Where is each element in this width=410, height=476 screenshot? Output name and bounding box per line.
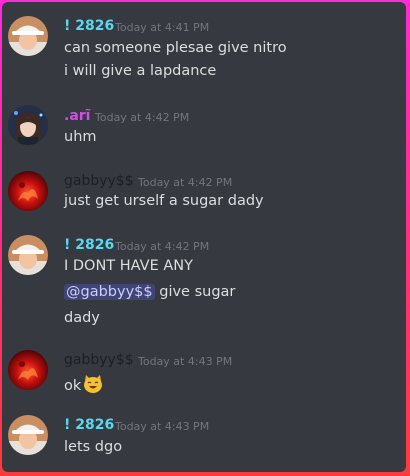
message-text: can someone plesae give nitro xyxy=(64,40,287,56)
chat-window: ! 2826 Today at 4:41 PM can someone ples… xyxy=(2,2,406,472)
timestamp: Today at 4:42 PM xyxy=(138,176,233,189)
message-text: dady xyxy=(64,310,100,326)
message-text: I DONT HAVE ANY xyxy=(64,258,193,274)
timestamp: Today at 4:42 PM xyxy=(95,111,190,124)
message-text: uhm xyxy=(64,129,97,145)
red-fire-avatar-icon[interactable] xyxy=(8,171,48,211)
message-text: ok xyxy=(64,374,104,398)
username[interactable]: ! 2826 xyxy=(64,237,114,253)
username[interactable]: gabbyy$$ xyxy=(64,352,134,368)
message-text: just get urself a sugar dady xyxy=(64,193,264,209)
username[interactable]: .arĩ xyxy=(64,108,90,124)
smiling-cat-emoji-icon xyxy=(82,374,104,398)
username[interactable]: ! 2826 xyxy=(64,417,114,433)
username[interactable]: ! 2826 xyxy=(64,18,114,34)
white-bucket-hat-avatar-icon[interactable] xyxy=(8,16,48,56)
red-fire-avatar-icon[interactable] xyxy=(8,350,48,390)
message-text: give sugar xyxy=(159,284,236,300)
user-mention[interactable]: @gabbyy$$ xyxy=(64,284,155,300)
anime-girl-avatar-icon[interactable] xyxy=(8,105,48,145)
message-text: ok xyxy=(64,378,82,394)
message-text-with-mention: @gabbyy$$ give sugar xyxy=(64,284,235,300)
username[interactable]: gabbyy$$ xyxy=(64,173,134,189)
message-text: lets dgo xyxy=(64,439,123,455)
timestamp: Today at 4:43 PM xyxy=(115,420,210,433)
message-text: i will give a lapdance xyxy=(64,63,217,79)
white-bucket-hat-avatar-icon[interactable] xyxy=(8,415,48,455)
white-bucket-hat-avatar-icon[interactable] xyxy=(8,235,48,275)
timestamp: Today at 4:43 PM xyxy=(138,355,233,368)
timestamp: Today at 4:41 PM xyxy=(115,21,210,34)
timestamp: Today at 4:42 PM xyxy=(115,240,210,253)
